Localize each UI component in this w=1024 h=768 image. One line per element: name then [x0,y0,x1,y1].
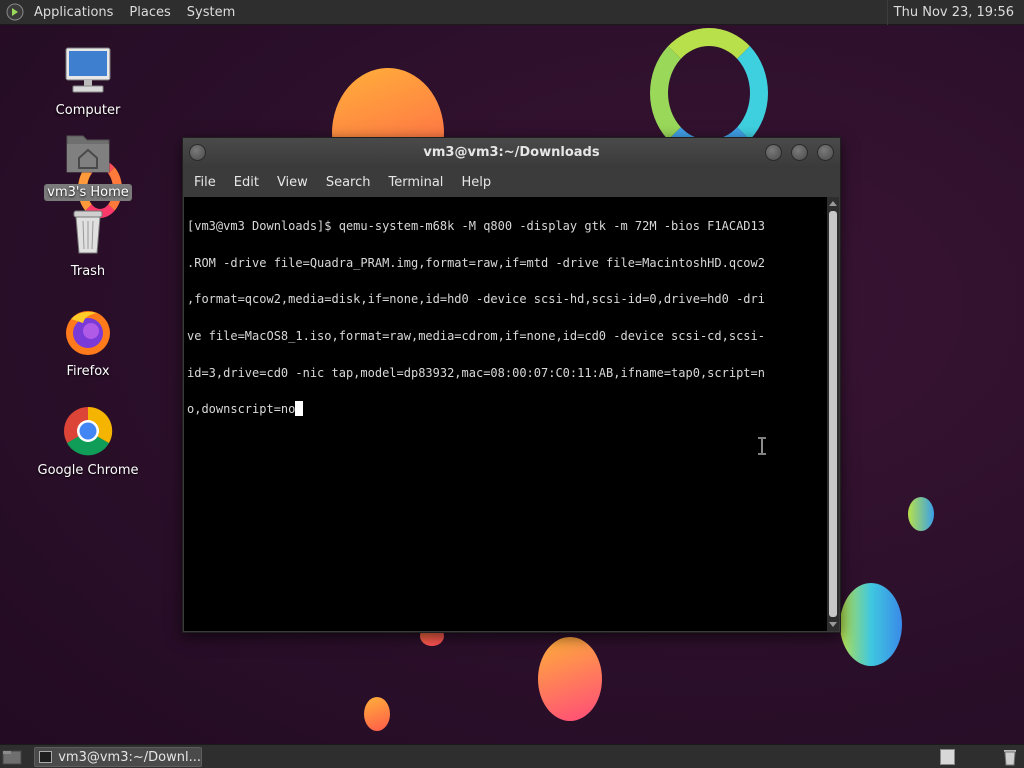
terminal-menubar: File Edit View Search Terminal Help [183,168,840,196]
menu-view[interactable]: View [268,175,317,190]
text-cursor [295,401,304,417]
places-menu[interactable]: Places [121,0,178,25]
taskbar-label: vm3@vm3:~/Downl... [58,749,201,765]
desktop-icon-computer[interactable]: Computer [33,44,143,119]
desktop-icon-trash[interactable]: Trash [33,205,143,280]
wallpaper-bubble-blue [840,583,902,666]
minimize-button[interactable] [765,144,782,161]
window-titlebar[interactable]: vm3@vm3:~/Downloads [183,138,840,168]
terminal-icon [39,751,53,763]
close-button[interactable] [817,144,834,161]
top-panel: Applications Places System Thu Nov 23, 1… [0,0,1024,25]
taskbar-terminal-button[interactable]: vm3@vm3:~/Downl... [34,747,202,767]
desktop-icon-label: Firefox [66,364,110,379]
show-desktop-icon[interactable] [2,748,22,766]
clock[interactable]: Thu Nov 23, 19:56 [886,0,1020,25]
desktop-icon-label: Computer [55,103,121,118]
gnome-foot-icon[interactable] [6,3,24,21]
desktop-icon-label: Google Chrome [37,463,139,478]
firefox-icon [61,305,115,359]
desktop-icon-home[interactable]: vm3's Home [33,126,143,201]
scroll-up-arrow-icon[interactable] [829,201,837,206]
terminal-window[interactable]: vm3@vm3:~/Downloads File Edit View Searc… [182,137,841,633]
terminal-last-line: o,downscript=no [187,400,824,418]
desktop-icon-firefox[interactable]: Firefox [33,305,143,380]
terminal-line: id=3,drive=cd0 -nic tap,model=dp83932,ma… [187,365,765,380]
wallpaper-bubble-small [364,697,390,731]
scroll-down-arrow-icon[interactable] [829,622,837,627]
terminal-line: o,downscript=no [187,402,296,417]
menu-file[interactable]: File [185,175,225,190]
chrome-icon [61,404,115,458]
terminal-line: ve file=MacOS8_1.iso,format=raw,media=cd… [187,329,765,344]
bottom-panel: vm3@vm3:~/Downl... [0,744,1024,768]
menu-help[interactable]: Help [452,175,500,190]
menu-edit[interactable]: Edit [225,175,268,190]
desktop-icon-label: vm3's Home [44,184,132,201]
home-folder-icon [61,126,115,180]
wallpaper-bubble-pink [538,637,602,721]
menu-search[interactable]: Search [317,175,380,190]
system-menu[interactable]: System [179,0,243,25]
window-menu-icon[interactable] [189,144,206,161]
trash-icon [61,205,115,259]
desktop-icon-label: Trash [70,264,106,279]
applications-menu[interactable]: Applications [26,0,121,25]
scrollbar-thumb[interactable] [829,211,837,617]
terminal-line: ,format=qcow2,media=disk,if=none,id=hd0 … [187,292,765,307]
computer-icon [61,44,115,98]
terminal-scrollbar[interactable] [827,197,839,631]
ibeam-cursor-icon [758,437,766,455]
terminal-line: [vm3@vm3 Downloads]$ qemu-system-m68k -M… [187,219,765,234]
maximize-button[interactable] [791,144,808,161]
terminal-output[interactable]: [vm3@vm3 Downloads]$ qemu-system-m68k -M… [184,197,827,631]
desktop-icon-chrome[interactable]: Google Chrome [33,404,143,479]
trash-applet-icon[interactable] [1000,747,1020,767]
terminal-line: .ROM -drive file=Quadra_PRAM.img,format=… [187,255,765,270]
window-title: vm3@vm3:~/Downloads [423,145,600,160]
menu-terminal[interactable]: Terminal [379,175,452,190]
workspace-switcher[interactable] [940,749,955,765]
wallpaper-bubble-teal [908,497,934,531]
